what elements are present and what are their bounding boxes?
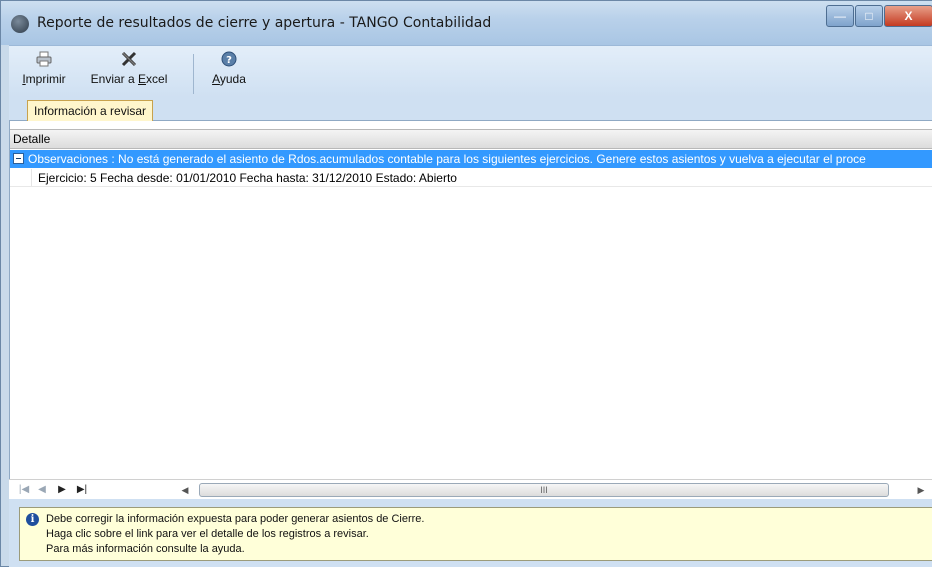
toolbar-separator <box>193 54 194 94</box>
help-label: Ayuda <box>212 72 246 86</box>
previous-record-button[interactable]: ◀ <box>35 484 49 496</box>
info-area: i Debe corregir la información expuesta … <box>9 499 932 567</box>
info-line-3: Para más información consulte la ayuda. <box>46 543 245 555</box>
group-row-text: Observaciones : No está generado el asie… <box>28 152 866 166</box>
export-excel-label: Enviar a Excel <box>90 72 168 86</box>
record-navigator: |◀ ◀ ▶ ▶| ◀ III ▶ <box>9 479 932 499</box>
info-panel: i Debe corregir la información expuesta … <box>19 507 932 561</box>
horizontal-scrollbar[interactable]: ◀ III ▶ <box>177 482 932 498</box>
print-label: Imprimir <box>22 72 66 86</box>
first-record-button[interactable]: |◀ <box>17 484 31 496</box>
info-line-2: Haga clic sobre el link para ver el deta… <box>46 528 369 540</box>
last-record-button[interactable]: ▶| <box>75 484 89 496</box>
app-logo-icon <box>11 15 29 33</box>
excel-icon <box>120 50 138 68</box>
help-button[interactable]: ? Ayuda <box>199 50 259 86</box>
tab-strip: Información a revisar <box>9 97 932 122</box>
scroll-right-arrow-icon[interactable]: ▶ <box>913 482 929 498</box>
info-line-1: Debe corregir la información expuesta pa… <box>46 513 425 525</box>
scroll-thumb[interactable]: III <box>199 483 889 497</box>
export-excel-button[interactable]: Enviar a Excel <box>81 50 177 86</box>
scroll-left-arrow-icon[interactable]: ◀ <box>177 482 193 498</box>
title-bar[interactable]: Reporte de resultados de cierre y apertu… <box>1 1 932 45</box>
results-grid: Detalle Observaciones : No está generado… <box>9 121 932 491</box>
toolbar: Imprimir Enviar a Excel ? Ayuda <box>9 45 932 97</box>
table-row[interactable]: Ejercicio: 5 Fecha desde: 01/01/2010 Fec… <box>10 169 932 187</box>
next-record-button[interactable]: ▶ <box>55 484 69 496</box>
tab-informacion-a-revisar[interactable]: Información a revisar <box>27 100 154 122</box>
collapse-icon[interactable] <box>13 153 24 164</box>
printer-icon <box>35 50 53 68</box>
print-button[interactable]: Imprimir <box>13 50 75 86</box>
minimize-button[interactable]: — <box>826 5 854 27</box>
report-window: Reporte de resultados de cierre y apertu… <box>0 0 932 567</box>
close-button[interactable]: X <box>884 5 932 27</box>
info-icon: i <box>26 513 39 526</box>
window-title: Reporte de resultados de cierre y apertu… <box>37 15 492 31</box>
column-header-detalle[interactable]: Detalle <box>10 129 932 149</box>
maximize-button[interactable]: □ <box>855 5 883 27</box>
help-icon: ? <box>220 50 238 68</box>
group-row-observaciones[interactable]: Observaciones : No está generado el asie… <box>10 150 932 168</box>
svg-text:?: ? <box>226 55 232 66</box>
